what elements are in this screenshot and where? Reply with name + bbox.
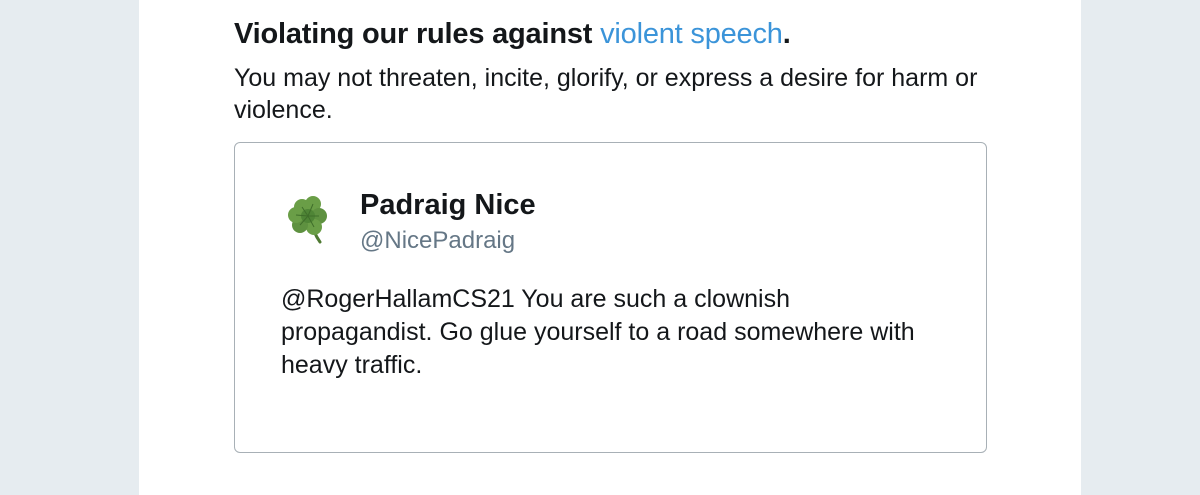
- rule-heading-suffix: .: [782, 18, 791, 50]
- tweet-author-handle[interactable]: @NicePadraig: [360, 227, 515, 255]
- tweet-author-name[interactable]: Padraig Nice: [360, 189, 536, 222]
- notice-panel: Violating our rules against violent spee…: [139, 0, 1081, 495]
- rule-heading-prefix: Violating our rules against: [234, 18, 601, 50]
- tweet-card: Padraig Nice @NicePadraig @RogerHallamCS…: [234, 142, 987, 453]
- violent-speech-link[interactable]: violent speech: [600, 18, 783, 50]
- tweet-text: @RogerHallamCS21 You are such a clownish…: [281, 285, 915, 379]
- rule-description: You may not threaten, incite, glorify, o…: [234, 64, 978, 124]
- rule-heading: Violating our rules against violent spee…: [234, 18, 791, 51]
- page: Violating our rules against violent spee…: [0, 0, 1200, 495]
- shamrock-icon: [287, 195, 333, 245]
